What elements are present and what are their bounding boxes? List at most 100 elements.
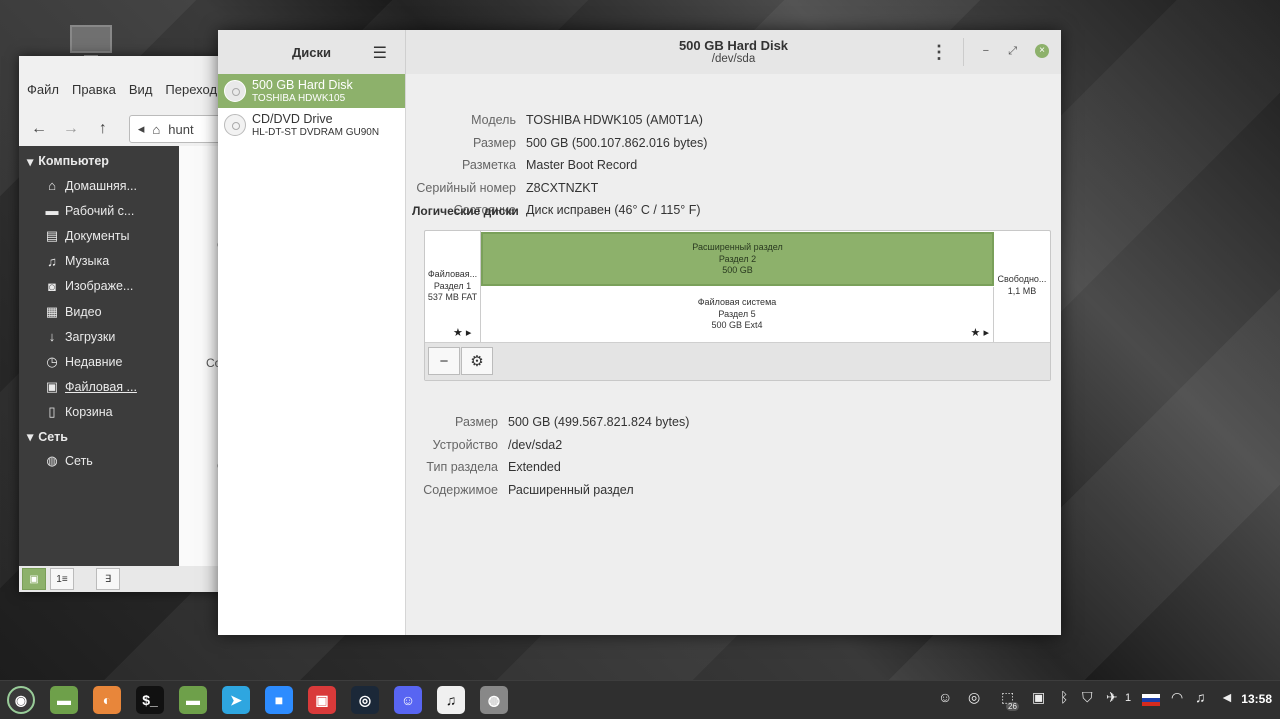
- telegram-app-icon[interactable]: ➤: [222, 686, 250, 714]
- desktop-icon: ▬: [45, 203, 59, 219]
- sidebar-item[interactable]: ⌂ Домашняя...: [19, 173, 179, 198]
- notifications-icon[interactable]: ✈: [1106, 689, 1118, 706]
- info-value: /dev/sda2: [508, 437, 563, 452]
- info-value: Z8CXTNZKT: [526, 180, 599, 195]
- home-icon: ⌂: [152, 121, 161, 137]
- sidebar-item-label: Документы: [65, 228, 130, 243]
- places-toggle-button[interactable]: ▣: [22, 568, 46, 590]
- sidebar-item[interactable]: ▤ Документы: [19, 223, 179, 248]
- sidebar-item[interactable]: ◷ Недавние: [19, 349, 179, 374]
- sidebar-item-label: Рабочий с...: [65, 203, 135, 218]
- disks-app-icon[interactable]: ◍: [480, 686, 508, 714]
- back-arrow-icon[interactable]: ←: [27, 116, 51, 142]
- menu-go[interactable]: Переход: [165, 82, 217, 102]
- sidebar-section-label: Компьютер: [38, 154, 109, 168]
- info-key: Содержимое: [423, 482, 498, 497]
- discord-app-icon[interactable]: ☺: [394, 686, 422, 714]
- optical-disc-icon: [224, 114, 246, 136]
- device-model: HL-DT-ST DVDRAM GU90N: [252, 127, 380, 138]
- info-key: Серийный номер: [416, 180, 516, 195]
- device-item-cd-dvd[interactable]: CD/DVD Drive HL-DT-ST DVDRAM GU90N: [218, 108, 405, 142]
- free-space[interactable]: Свободно... 1,1 MB: [994, 231, 1050, 342]
- wifi-icon[interactable]: ◠: [1171, 689, 1183, 706]
- info-value: TOSHIBA HDWK105 (AM0T1A): [526, 113, 703, 127]
- music-tray-icon[interactable]: ♫: [1195, 689, 1206, 705]
- steam-tray-icon[interactable]: ◎: [968, 689, 980, 706]
- path-segment[interactable]: hunt: [168, 122, 193, 137]
- sidebar-item[interactable]: ↓ Загрузки: [19, 324, 179, 349]
- device-item-hard-disk[interactable]: 500 GB Hard Disk TOSHIBA HDWK105: [218, 74, 405, 108]
- star-icon: ★ ▸: [453, 326, 472, 339]
- partition-size: 500 GB: [722, 265, 753, 275]
- sidebar-item-label: Домашняя...: [65, 178, 137, 193]
- free-space-label: Свободно...: [997, 274, 1047, 284]
- software-tray-icon[interactable]: ▣: [1032, 689, 1045, 706]
- trash-icon: ▯: [48, 404, 56, 420]
- sidebar-section-header[interactable]: ▾ Компьютер: [19, 149, 179, 173]
- music-app-icon[interactable]: ♫: [437, 686, 465, 714]
- shield-icon[interactable]: ⛉: [1082, 689, 1093, 706]
- sidebar-item[interactable]: ▯ Корзина: [19, 400, 179, 425]
- partition-label: Расширенный раздел: [692, 242, 783, 252]
- files-app-icon[interactable]: ▬: [50, 686, 78, 714]
- info-value: Расширенный раздел: [508, 482, 634, 497]
- info-value: Extended: [508, 460, 561, 475]
- sidebar-item[interactable]: ♫ Музыка: [19, 249, 179, 274]
- sidebar-item[interactable]: ▣ Файловая ...: [19, 375, 179, 400]
- menu-view[interactable]: Вид: [129, 82, 153, 102]
- info-row: Серийный номер Z8CXTNZKT: [406, 181, 598, 195]
- steam-app-icon[interactable]: ◎: [351, 686, 379, 714]
- partition-label: Файловая система: [697, 297, 777, 307]
- hamburger-menu-icon[interactable]: ☰: [373, 43, 387, 63]
- firefox-app-icon[interactable]: ◐: [93, 686, 121, 714]
- partition-1[interactable]: Файловая... Раздел 1 537 MB FAT ★ ▸: [425, 231, 481, 342]
- up-arrow-icon[interactable]: ↑: [91, 116, 115, 142]
- partition-5[interactable]: Файловая система Раздел 5 500 GB Ext4 ★ …: [481, 287, 994, 342]
- menu-file[interactable]: Файл: [27, 82, 59, 102]
- volume-icon[interactable]: ◄: [1220, 689, 1234, 705]
- info-key: Тип раздела: [426, 460, 498, 475]
- software-manager-app-icon[interactable]: ▣: [308, 686, 336, 714]
- file-manager-sidebar: ▾ Компьютер ⌂ Домашняя... ▬ Рабочий с... ▤ Доку…: [19, 146, 179, 566]
- sidebar-item[interactable]: ▦ Видео: [19, 299, 179, 324]
- zoom-app-icon[interactable]: ■: [265, 686, 293, 714]
- recent-icon: ◷: [46, 353, 58, 369]
- extended-partition[interactable]: Расширенный раздел Раздел 2 500 GB: [481, 232, 994, 286]
- clock[interactable]: 13:58: [1241, 692, 1272, 706]
- chevron-down-icon[interactable]: ▾: [27, 429, 33, 444]
- more-options-icon[interactable]: ⋮: [930, 42, 948, 63]
- disks-window: Диски ☰ 500 GB Hard Disk /dev/sda ⋮ − ⤢ …: [218, 30, 1061, 635]
- menu-edit[interactable]: Правка: [72, 82, 116, 102]
- forward-arrow-icon[interactable]: →: [59, 116, 83, 142]
- info-key: Размер: [473, 135, 516, 150]
- info-key: Устройство: [432, 437, 498, 452]
- mint-menu-icon[interactable]: ◉: [7, 686, 35, 714]
- bluetooth-icon[interactable]: ᛒ: [1060, 689, 1068, 705]
- info-row: Тип раздела Extended: [398, 460, 561, 475]
- computer-desktop-icon[interactable]: [70, 25, 112, 59]
- discord-tray-icon[interactable]: ☺: [938, 689, 952, 705]
- path-left-chevron-icon[interactable]: ◂: [138, 121, 145, 137]
- remove-partition-button[interactable]: −: [428, 347, 460, 375]
- terminal-app-icon[interactable]: $_: [136, 686, 164, 714]
- sidebar-item-label: Сеть: [65, 454, 93, 469]
- minimize-icon[interactable]: −: [983, 45, 989, 57]
- partition-number: Раздел 2: [718, 253, 757, 264]
- info-value: 500 GB (500.107.862.016 bytes): [526, 135, 708, 150]
- partition-settings-gear-icon[interactable]: ⚙: [461, 347, 493, 375]
- folder-app-icon[interactable]: ▬: [179, 686, 207, 714]
- keyboard-layout-flag[interactable]: [1142, 694, 1160, 706]
- sidebar-section-label: Сеть: [38, 429, 68, 444]
- close-icon[interactable]: ×: [1035, 44, 1049, 58]
- sidebar-item[interactable]: ◙ Изображе...: [19, 274, 179, 299]
- chevron-down-icon[interactable]: ▾: [27, 154, 33, 169]
- maximize-icon[interactable]: ⤢: [1008, 45, 1017, 58]
- sidebar-item[interactable]: ◍ Сеть: [19, 449, 179, 474]
- music-icon: ♫: [47, 253, 57, 269]
- sidebar-section-header[interactable]: ▾ Сеть: [19, 425, 179, 449]
- device-name: 500 GB Hard Disk: [252, 78, 353, 92]
- taskbar: 13:58 ◉ ▬ ◐ $_ ▬ ➤ ■ ▣ ◎ ☺ ♫ ◍ ☺ ◎ ⬚ 26 ▣ ᛒ ⛉ ✈ 1 ◠ ♫ ◄: [0, 680, 1280, 719]
- tree-toggle-button[interactable]: 1≡: [50, 568, 74, 590]
- hide-sidebar-button[interactable]: ∃: [96, 568, 120, 590]
- sidebar-item[interactable]: ▬ Рабочий с...: [19, 198, 179, 223]
